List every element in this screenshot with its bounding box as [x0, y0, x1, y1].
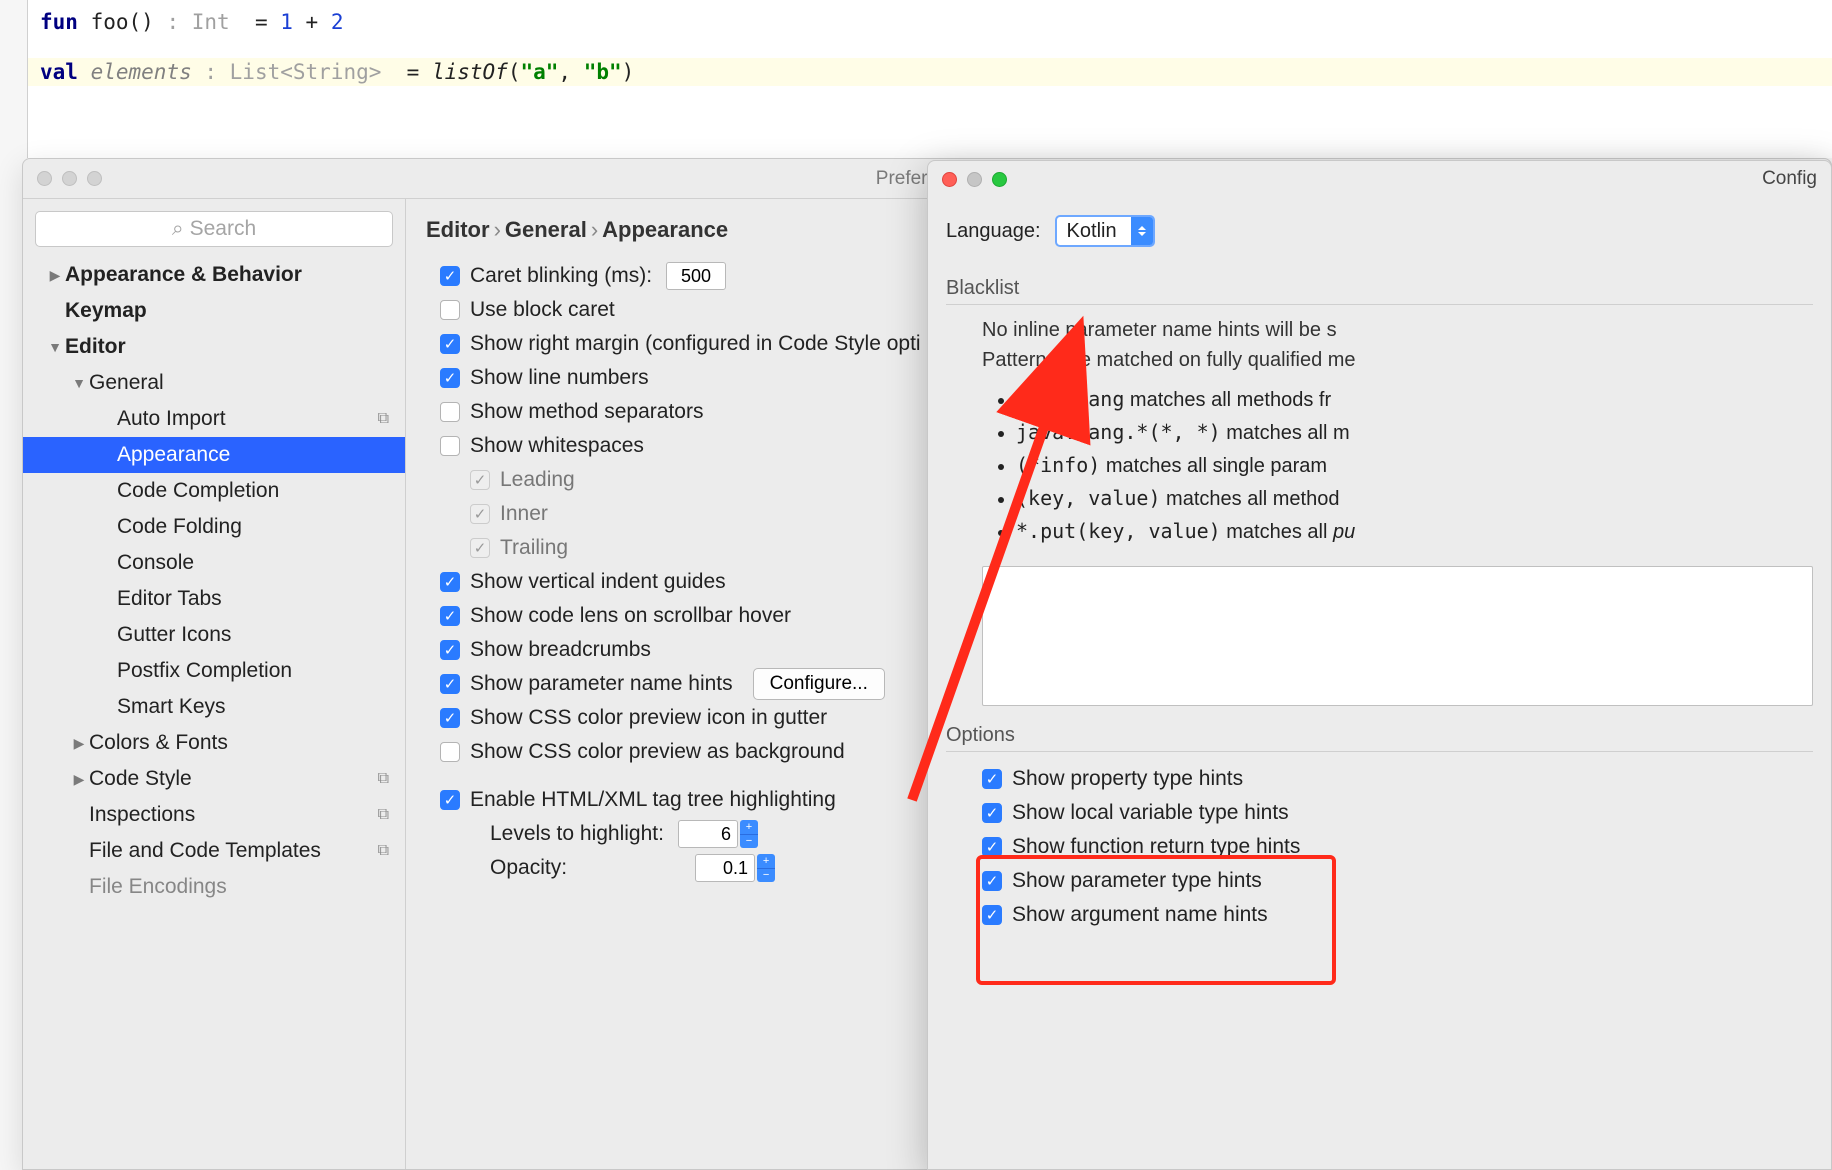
copy-icon: ⧉ [378, 806, 389, 824]
window-title: Config [1762, 168, 1817, 190]
tree-console[interactable]: Console [23, 545, 405, 581]
checkbox-icon[interactable] [440, 368, 460, 388]
levels-input[interactable] [678, 820, 738, 848]
titlebar: Config [928, 161, 1831, 197]
checkbox-icon[interactable] [440, 402, 460, 422]
checkbox-icon[interactable] [440, 640, 460, 660]
checkbox-icon [470, 504, 490, 524]
opt-local-var-type-hints[interactable]: Show local variable type hints [982, 796, 1813, 830]
tree-gutter-icons[interactable]: Gutter Icons [23, 617, 405, 653]
checkbox-icon [470, 470, 490, 490]
tree-file-encodings[interactable]: File Encodings [23, 869, 405, 905]
checkbox-icon[interactable] [982, 905, 1002, 925]
code-editor: fun foo() : Int = 1 + 2 val elements : L… [27, 0, 1832, 158]
checkbox-icon[interactable] [440, 572, 460, 592]
checkbox-icon[interactable] [982, 769, 1002, 789]
stepper[interactable]: +− [740, 820, 758, 848]
divider [946, 751, 1813, 752]
tree-postfix-completion[interactable]: Postfix Completion [23, 653, 405, 689]
tree-code-folding[interactable]: Code Folding [23, 509, 405, 545]
checkbox-icon[interactable] [982, 837, 1002, 857]
opacity-input[interactable] [695, 854, 755, 882]
opt-property-type-hints[interactable]: Show property type hints [982, 762, 1813, 796]
tree-general[interactable]: ▼General [23, 365, 405, 401]
checkbox-icon[interactable] [982, 871, 1002, 891]
code-line-2: val elements : List<String> = listOf("a"… [28, 58, 1832, 86]
options-block: Show property type hints Show local vari… [946, 762, 1813, 932]
window-controls [928, 172, 1007, 187]
tree-inspections[interactable]: Inspections⧉ [23, 797, 405, 833]
blacklist-label: Blacklist [946, 277, 1813, 300]
checkbox-icon[interactable] [440, 790, 460, 810]
copy-icon: ⧉ [378, 842, 389, 860]
tree-editor-tabs[interactable]: Editor Tabs [23, 581, 405, 617]
zoom-dot[interactable] [992, 172, 1007, 187]
minimize-dot[interactable] [967, 172, 982, 187]
blacklist-desc: No inline parameter name hints will be s… [946, 315, 1813, 375]
close-dot[interactable] [942, 172, 957, 187]
checkbox-icon[interactable] [440, 674, 460, 694]
tree-keymap[interactable]: Keymap [23, 293, 405, 329]
checkbox-icon[interactable] [982, 803, 1002, 823]
stepper[interactable]: +− [757, 854, 775, 882]
tree-colors-fonts[interactable]: ▶Colors & Fonts [23, 725, 405, 761]
tree-file-code-templates[interactable]: File and Code Templates⧉ [23, 833, 405, 869]
configure-button[interactable]: Configure... [753, 668, 885, 700]
language-row: Language: Kotlin [946, 215, 1813, 247]
tree-code-completion[interactable]: Code Completion [23, 473, 405, 509]
caret-blinking-input[interactable] [666, 262, 726, 290]
checkbox-icon[interactable] [440, 708, 460, 728]
checkbox-icon[interactable] [440, 266, 460, 286]
checkbox-icon[interactable] [440, 300, 460, 320]
checkbox-icon[interactable] [440, 742, 460, 762]
blacklist-examples: java.lang matches all methods fr java.la… [946, 383, 1813, 548]
checkbox-icon [470, 538, 490, 558]
language-label: Language: [946, 220, 1041, 243]
search-icon: ⌕ [172, 217, 184, 241]
options-label: Options [946, 724, 1813, 747]
tree-appearance[interactable]: Appearance [23, 437, 405, 473]
copy-icon: ⧉ [378, 410, 389, 428]
preferences-sidebar: ⌕ Search ▶Appearance & Behavior Keymap ▼… [23, 199, 406, 1169]
tree-smart-keys[interactable]: Smart Keys [23, 689, 405, 725]
language-select[interactable]: Kotlin [1055, 215, 1155, 247]
configure-window: Config Language: Kotlin Blacklist No inl… [927, 160, 1832, 1170]
checkbox-icon[interactable] [440, 606, 460, 626]
tree-auto-import[interactable]: Auto Import⧉ [23, 401, 405, 437]
checkbox-icon[interactable] [440, 436, 460, 456]
blacklist-textarea[interactable] [982, 566, 1813, 706]
settings-tree: ▶Appearance & Behavior Keymap ▼Editor ▼G… [23, 257, 405, 905]
copy-icon: ⧉ [378, 770, 389, 788]
search-input[interactable]: ⌕ Search [35, 211, 393, 247]
checkbox-icon[interactable] [440, 334, 460, 354]
opt-argument-name-hints[interactable]: Show argument name hints [982, 898, 1813, 932]
search-placeholder: Search [190, 217, 257, 241]
tree-appearance-behavior[interactable]: ▶Appearance & Behavior [23, 257, 405, 293]
divider [946, 304, 1813, 305]
opt-parameter-type-hints[interactable]: Show parameter type hints [982, 864, 1813, 898]
tree-editor[interactable]: ▼Editor [23, 329, 405, 365]
caret-icon [1131, 217, 1153, 245]
code-line-1: fun foo() : Int = 1 + 2 [28, 8, 1832, 36]
tree-code-style[interactable]: ▶Code Style⧉ [23, 761, 405, 797]
opt-function-return-type-hints[interactable]: Show function return type hints [982, 830, 1813, 864]
